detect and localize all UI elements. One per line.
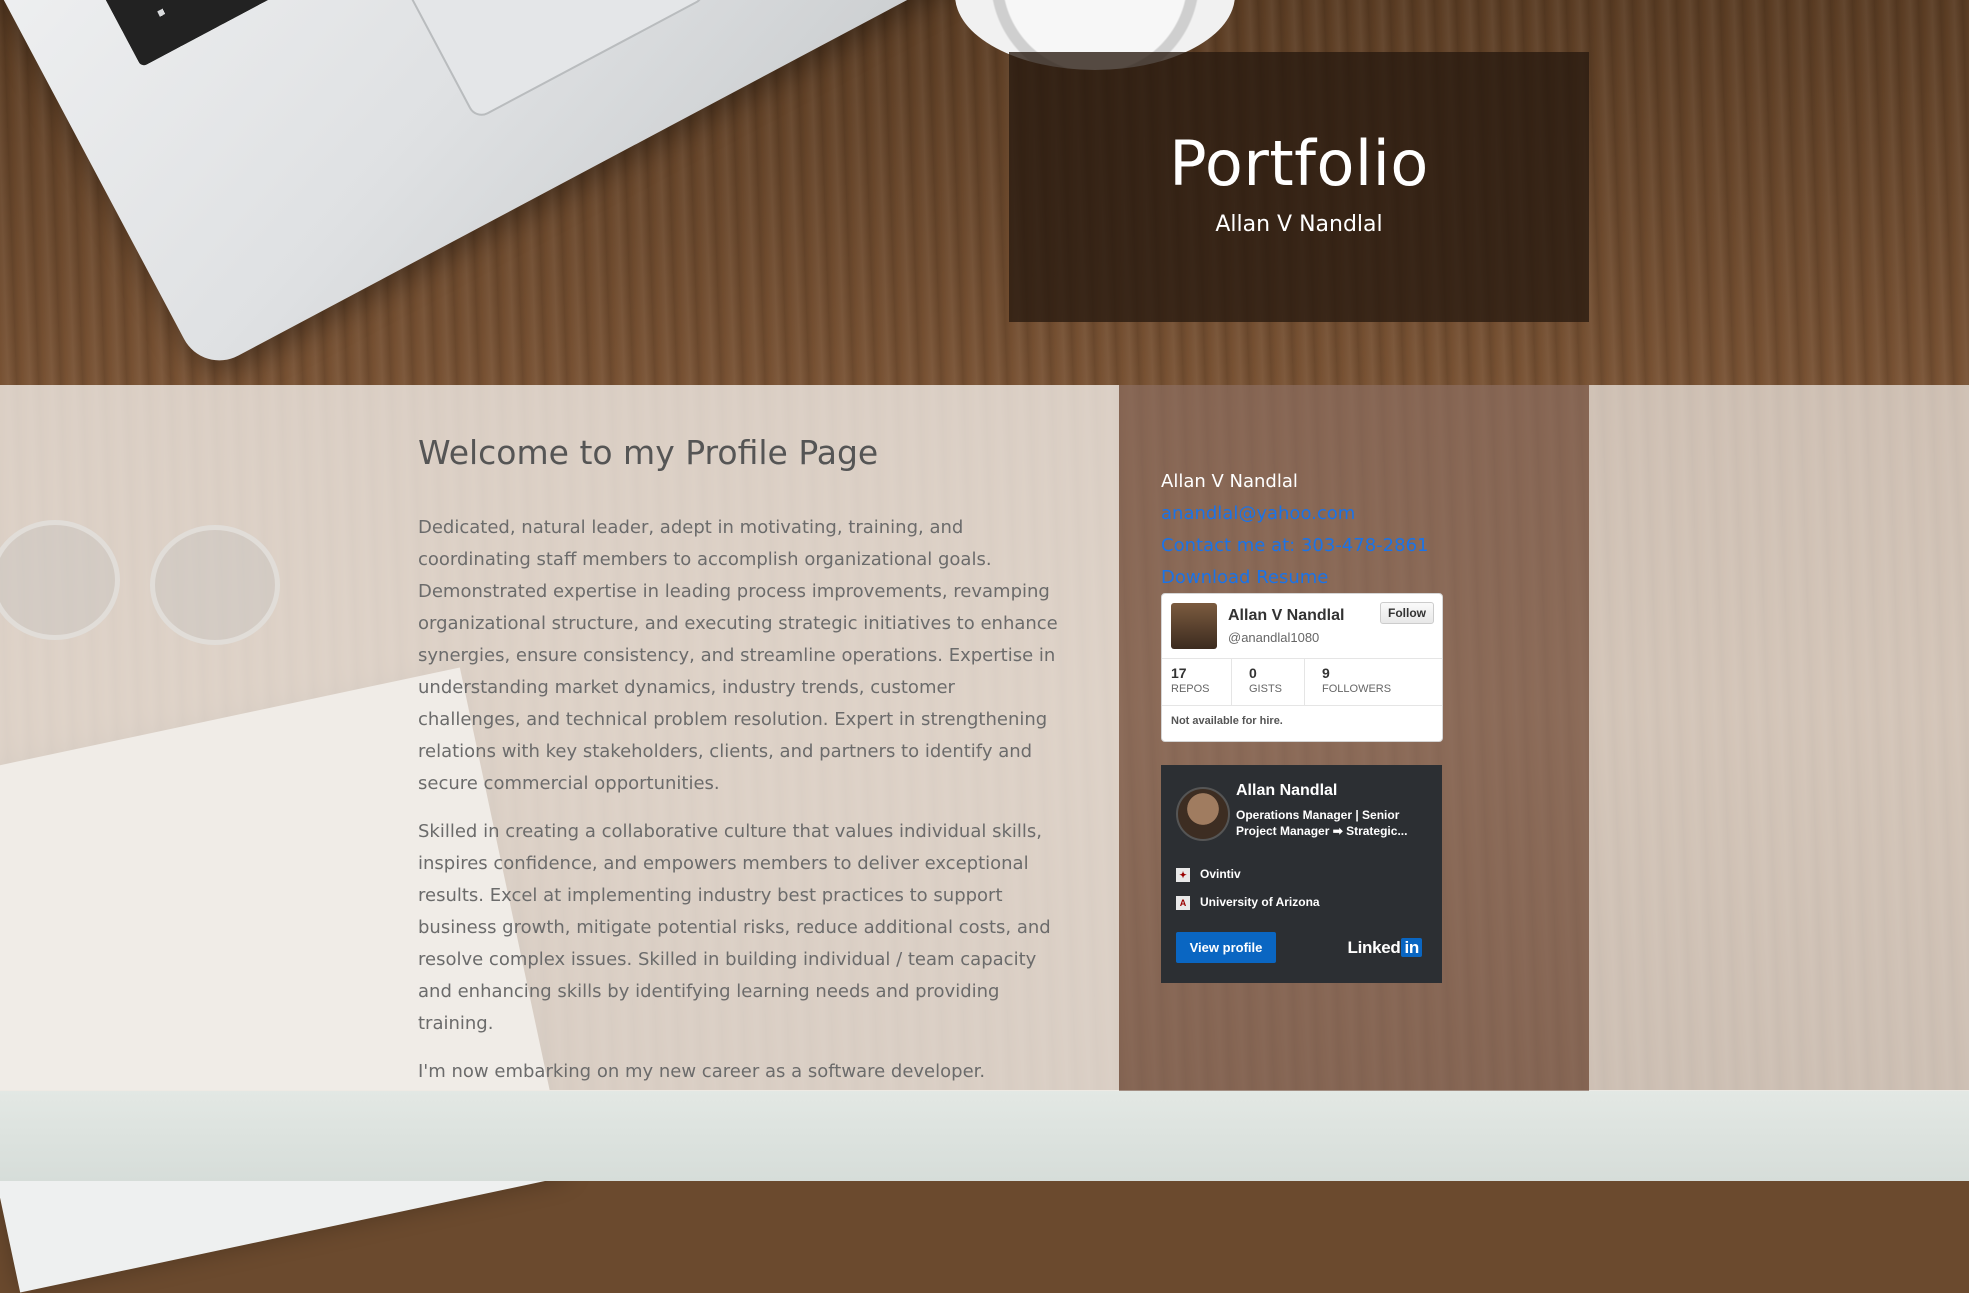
followers-label: FOLLOWERS xyxy=(1322,683,1392,695)
page-title: Portfolio xyxy=(1169,127,1429,200)
view-profile-button[interactable]: View profile xyxy=(1176,932,1276,963)
github-stats: 17 REPOS 0 GISTS 9 FOLLOWERS xyxy=(1162,658,1442,706)
followers-count: 9 xyxy=(1322,665,1330,681)
bio-paragraph-1: Dedicated, natural leader, adept in moti… xyxy=(418,517,1058,794)
laptop-image xyxy=(0,0,1086,375)
welcome-heading: Welcome to my Profile Page xyxy=(418,433,879,472)
contact-name: Allan V Nandlal xyxy=(1161,471,1298,492)
github-follow-button[interactable]: Follow xyxy=(1380,602,1434,624)
linkedin-logo[interactable]: Linked in xyxy=(1347,938,1422,958)
company-logo-icon: ✦ xyxy=(1176,867,1190,882)
bio-paragraph-2: Skilled in creating a collaborative cult… xyxy=(418,821,1051,1034)
repos-count: 17 xyxy=(1171,665,1187,681)
company-name: Ovintiv xyxy=(1200,867,1241,881)
stat-divider xyxy=(1304,659,1305,705)
bio-paragraph-3: I'm now embarking on my new career as a … xyxy=(418,1061,986,1082)
linkedin-company[interactable]: ✦ Ovintiv xyxy=(1176,867,1241,882)
stat-divider xyxy=(1231,659,1232,705)
hire-status: Not available for hire. xyxy=(1171,715,1283,727)
email-link[interactable]: anandlal@yahoo.com xyxy=(1161,498,1428,530)
github-stat-gists[interactable]: 0 GISTS xyxy=(1249,665,1282,695)
gists-label: GISTS xyxy=(1249,683,1283,695)
download-resume-link[interactable]: Download Resume xyxy=(1161,562,1428,594)
right-margin-panel xyxy=(1589,385,1969,1091)
linkedin-logo-in: in xyxy=(1401,938,1422,957)
linkedin-name[interactable]: Allan Nandlal xyxy=(1236,782,1337,800)
hero-header: Portfolio Allan V Nandlal xyxy=(1009,52,1589,322)
gists-count: 0 xyxy=(1249,665,1257,681)
linkedin-school[interactable]: A University of Arizona xyxy=(1176,895,1320,910)
bio-text: Dedicated, natural leader, adept in moti… xyxy=(418,512,1058,1104)
github-stat-repos[interactable]: 17 REPOS xyxy=(1171,665,1210,695)
linkedin-avatar[interactable] xyxy=(1176,787,1230,841)
phone-link[interactable]: Contact me at: 303-478-2861 xyxy=(1161,530,1428,562)
school-logo-icon: A xyxy=(1176,895,1190,910)
github-name[interactable]: Allan V Nandlal xyxy=(1228,607,1344,625)
github-stat-followers[interactable]: 9 FOLLOWERS xyxy=(1322,665,1391,695)
github-profile-card: Allan V Nandlal @anandlal1080 Follow 17 … xyxy=(1161,593,1443,742)
linkedin-headline: Operations Manager | Senior Project Mana… xyxy=(1236,808,1408,838)
trackpad-image xyxy=(398,0,709,121)
page-subtitle: Allan V Nandlal xyxy=(1215,212,1383,237)
github-handle[interactable]: @anandlal1080 xyxy=(1228,630,1319,645)
linkedin-logo-text: Linked xyxy=(1347,938,1401,957)
school-name: University of Arizona xyxy=(1200,895,1320,909)
contact-info: Allan V Nandlal anandlal@yahoo.com Conta… xyxy=(1161,466,1428,594)
github-avatar[interactable] xyxy=(1171,603,1217,649)
linkedin-profile-card: Allan Nandlal Operations Manager | Senio… xyxy=(1161,765,1442,983)
repos-label: REPOS xyxy=(1171,683,1210,695)
